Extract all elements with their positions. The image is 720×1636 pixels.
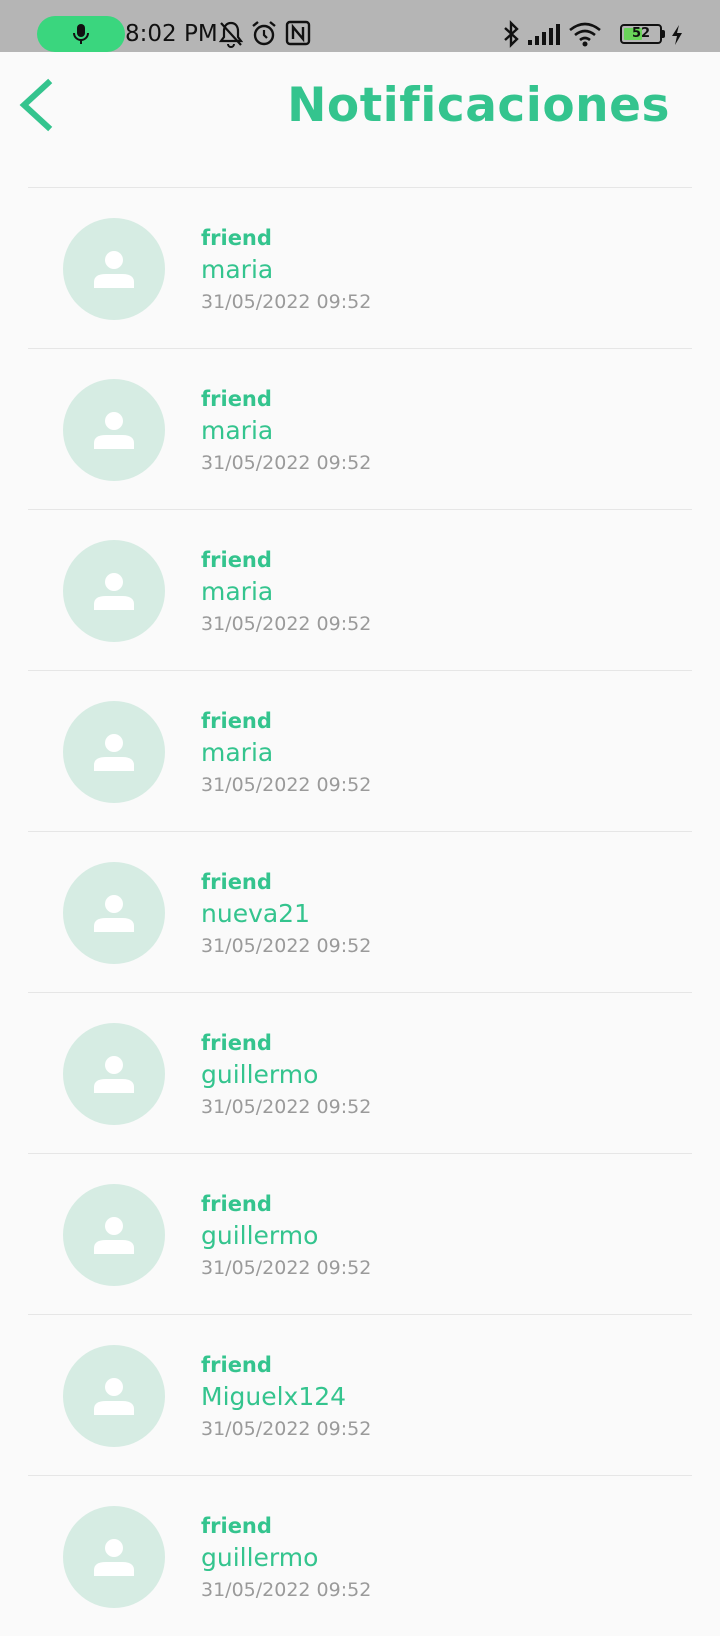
notification-username: guillermo: [201, 1221, 319, 1250]
notification-type: friend: [201, 387, 272, 411]
charging-icon: [672, 25, 682, 45]
battery-level: 52: [631, 26, 651, 41]
notification-username: maria: [201, 255, 274, 284]
person-icon: [94, 412, 134, 449]
notification-type: friend: [201, 1192, 272, 1216]
notification-username: nueva21: [201, 899, 310, 928]
status-time: 8:02 PM: [125, 21, 218, 47]
notification-timestamp: 31/05/2022 09:52: [201, 291, 372, 313]
notification-timestamp: 31/05/2022 09:52: [201, 1096, 372, 1118]
bluetooth-icon: [504, 20, 519, 48]
notification-username: guillermo: [201, 1060, 319, 1089]
back-button[interactable]: [14, 78, 58, 132]
notification-item[interactable]: friend maria 31/05/2022 09:52: [28, 187, 692, 348]
person-icon: [94, 1217, 134, 1254]
person-icon: [94, 895, 134, 932]
notification-item[interactable]: friend maria 31/05/2022 09:52: [28, 670, 692, 831]
wifi-icon: [569, 22, 601, 47]
avatar: [63, 540, 165, 642]
notification-type: friend: [201, 548, 272, 572]
notification-type: friend: [201, 1514, 272, 1538]
notification-username: maria: [201, 577, 274, 606]
avatar: [63, 1345, 165, 1447]
person-icon: [94, 251, 134, 288]
avatar: [63, 1506, 165, 1608]
alarm-icon: [252, 21, 276, 46]
signal-icon: [528, 24, 560, 45]
avatar: [63, 218, 165, 320]
notification-type: friend: [201, 1353, 272, 1377]
notification-item[interactable]: friend maria 31/05/2022 09:52: [28, 348, 692, 509]
notification-timestamp: 31/05/2022 09:52: [201, 452, 372, 474]
notification-item[interactable]: friend guillermo 31/05/2022 09:52: [28, 1153, 692, 1314]
notification-username: guillermo: [201, 1543, 319, 1572]
avatar: [63, 379, 165, 481]
notification-timestamp: 31/05/2022 09:52: [201, 1257, 372, 1279]
notification-list[interactable]: friend maria 31/05/2022 09:52 friend mar…: [0, 187, 720, 1636]
person-icon: [94, 1539, 134, 1576]
person-icon: [94, 1378, 134, 1415]
notification-item[interactable]: friend nueva21 31/05/2022 09:52: [28, 831, 692, 992]
notification-timestamp: 31/05/2022 09:52: [201, 613, 372, 635]
avatar: [63, 862, 165, 964]
notification-username: maria: [201, 416, 274, 445]
chevron-left-icon: [19, 78, 53, 132]
battery-cap: [662, 30, 665, 38]
notification-item[interactable]: friend maria 31/05/2022 09:52: [28, 509, 692, 670]
notification-type: friend: [201, 1031, 272, 1055]
person-icon: [94, 573, 134, 610]
avatar: [63, 1184, 165, 1286]
notification-timestamp: 31/05/2022 09:52: [201, 1579, 372, 1601]
mic-indicator[interactable]: [37, 16, 125, 52]
person-icon: [94, 734, 134, 771]
notification-timestamp: 31/05/2022 09:52: [201, 774, 372, 796]
notification-username: Miguelx124: [201, 1382, 347, 1411]
battery-icon: 52: [620, 24, 662, 44]
person-icon: [94, 1056, 134, 1093]
notification-item[interactable]: friend guillermo 31/05/2022 09:52: [28, 992, 692, 1153]
mic-icon: [73, 24, 89, 44]
notification-type: friend: [201, 226, 272, 250]
avatar: [63, 1023, 165, 1125]
notification-username: maria: [201, 738, 274, 767]
notification-timestamp: 31/05/2022 09:52: [201, 935, 372, 957]
status-bar: 8:02 PM 52: [0, 0, 720, 52]
notification-timestamp: 31/05/2022 09:52: [201, 1418, 372, 1440]
notification-item[interactable]: friend Miguelx124 31/05/2022 09:52: [28, 1314, 692, 1475]
notification-item[interactable]: friend guillermo 31/05/2022 09:52: [28, 1475, 692, 1636]
notifications-off-icon: [218, 21, 244, 48]
avatar: [63, 701, 165, 803]
notification-type: friend: [201, 709, 272, 733]
page-title: Notificaciones: [287, 78, 670, 133]
nfc-icon: [285, 20, 311, 46]
notification-type: friend: [201, 870, 272, 894]
